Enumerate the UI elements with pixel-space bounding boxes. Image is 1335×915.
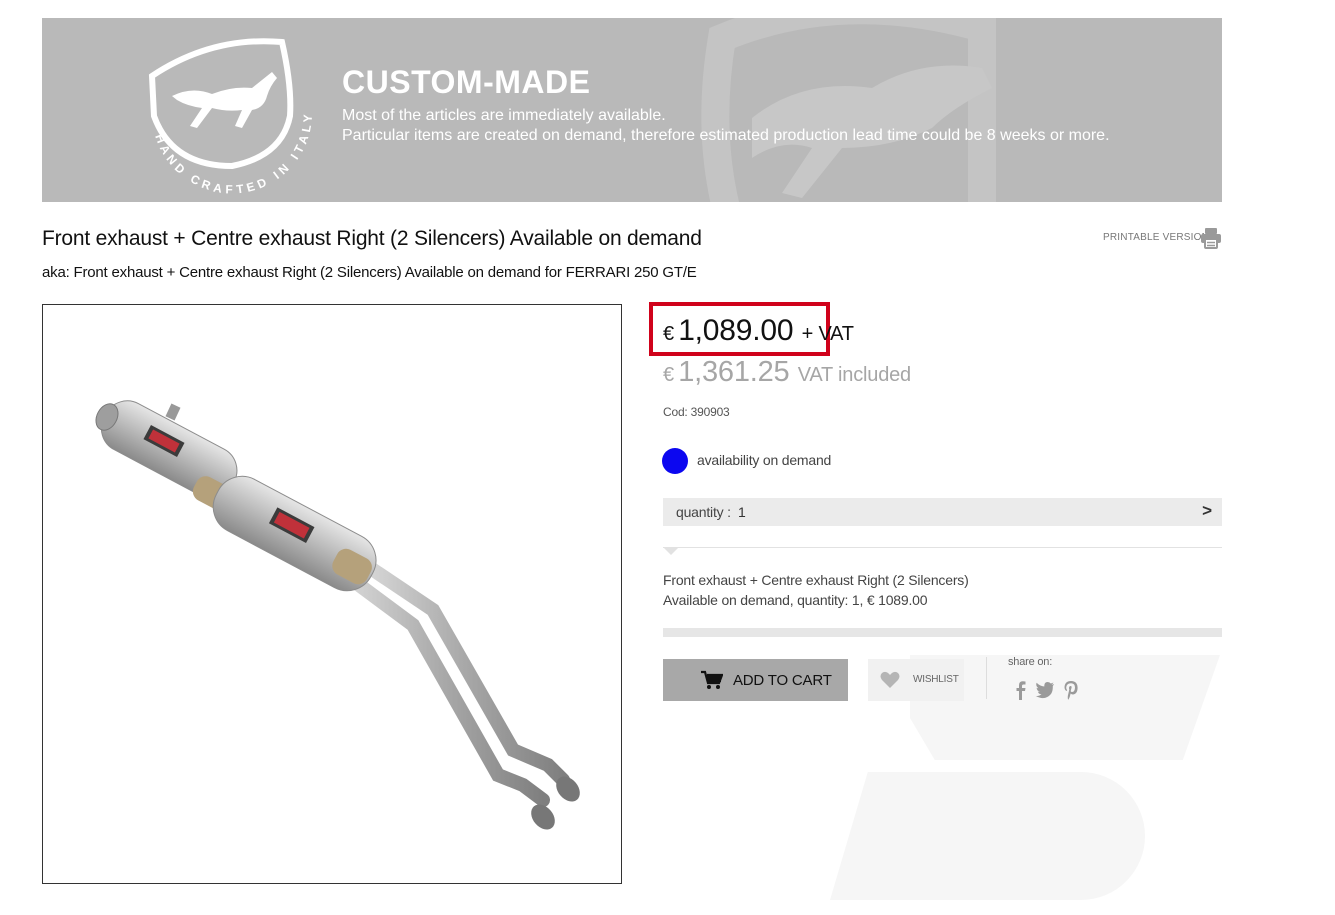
quantity-selector[interactable]: quantity : 1 > bbox=[663, 498, 1222, 526]
summary-line: Front exhaust + Centre exhaust Right (2 … bbox=[663, 572, 969, 588]
share-label: share on: bbox=[1008, 656, 1053, 668]
banner-text-line: Most of the articles are immediately ava… bbox=[342, 107, 666, 124]
currency-symbol: € bbox=[663, 364, 674, 386]
quantity-label: quantity : bbox=[676, 504, 731, 520]
printer-icon[interactable] bbox=[1199, 226, 1223, 250]
banner-text-line: Particular items are created on demand, … bbox=[342, 127, 1110, 144]
banner-watermark-horse-icon bbox=[701, 18, 996, 202]
exhaust-illustration bbox=[95, 400, 580, 830]
vat-included-label: VAT included bbox=[797, 364, 911, 386]
gross-price-value: 1,361.25 bbox=[678, 356, 790, 388]
availability-text: availability on demand bbox=[697, 452, 832, 468]
custom-made-banner: HAND CRAFTED IN ITALY CUSTOM-MADE Most o… bbox=[42, 18, 1222, 202]
gross-price: € 1,361.25 VAT included bbox=[663, 356, 911, 389]
add-to-cart-button[interactable]: ADD TO CART bbox=[663, 659, 848, 701]
wishlist-button[interactable]: WISHLIST bbox=[868, 659, 964, 701]
background-watermark-shape bbox=[830, 772, 1145, 900]
product-code: Cod: 390903 bbox=[663, 405, 730, 419]
product-image[interactable] bbox=[42, 304, 622, 884]
cart-icon bbox=[701, 670, 723, 689]
vertical-separator bbox=[986, 657, 987, 699]
quantity-value[interactable]: 1 bbox=[738, 504, 746, 520]
currency-symbol: € bbox=[663, 323, 674, 345]
vat-suffix: + VAT bbox=[801, 323, 854, 345]
divider-notch bbox=[663, 547, 679, 555]
divider-strip bbox=[663, 628, 1222, 637]
twitter-icon[interactable] bbox=[1035, 680, 1055, 700]
order-summary: Front exhaust + Centre exhaust Right (2 … bbox=[663, 570, 969, 610]
net-price-value: 1,089.00 bbox=[678, 314, 794, 347]
summary-line: Available on demand, quantity: 1, € 1089… bbox=[663, 592, 928, 608]
hand-crafted-in-italy-logo: HAND CRAFTED IN ITALY bbox=[148, 38, 311, 196]
add-to-cart-label: ADD TO CART bbox=[733, 672, 832, 689]
product-title: Front exhaust + Centre exhaust Right (2 … bbox=[42, 227, 702, 250]
banner-title: CUSTOM-MADE bbox=[342, 64, 591, 100]
product-aka: aka: Front exhaust + Centre exhaust Righ… bbox=[42, 264, 697, 281]
facebook-icon[interactable] bbox=[1011, 680, 1031, 700]
divider bbox=[663, 547, 1222, 548]
net-price: € 1,089.00 + VAT bbox=[663, 314, 854, 348]
printable-version-link[interactable]: PRINTABLE VERSION bbox=[1103, 232, 1209, 243]
pinterest-icon[interactable] bbox=[1061, 680, 1081, 700]
chevron-right-icon[interactable]: > bbox=[1202, 501, 1212, 521]
availability-indicator bbox=[662, 448, 688, 474]
heart-icon bbox=[880, 671, 900, 688]
wishlist-label: WISHLIST bbox=[913, 674, 959, 685]
